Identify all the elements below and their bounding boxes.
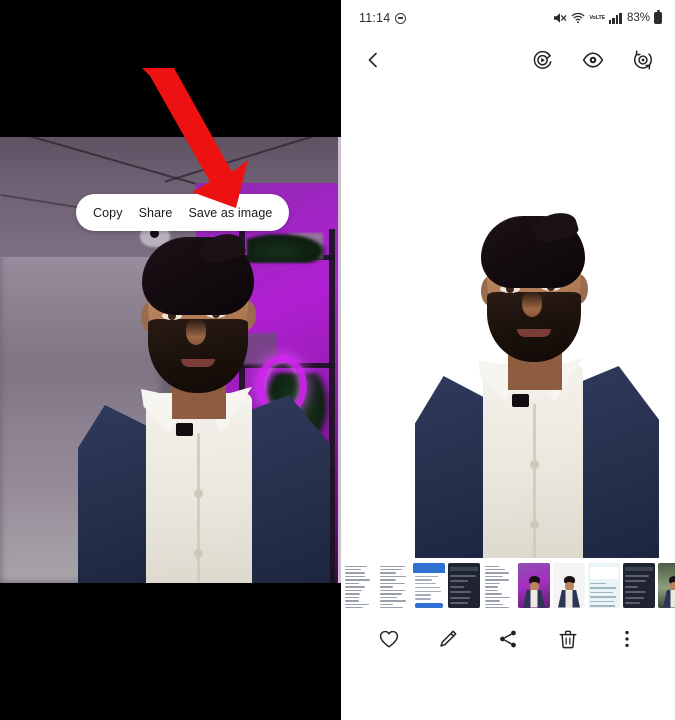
photo-viewer[interactable] [341,84,675,558]
shirt-placket [533,404,536,558]
thumb-photo-purple[interactable] [518,563,550,608]
thumb-dark-list-2[interactable] [623,563,655,608]
signal-bars-icon [609,13,622,24]
edit-icon[interactable] [432,623,464,655]
ceiling-line [0,137,196,185]
context-menu-item-save-as-image[interactable]: Save as image [188,206,272,220]
ear-right [569,274,588,304]
hair [481,216,585,288]
mouth [517,329,551,337]
battery-icon [654,12,662,24]
context-menu: Copy Share Save as image [76,194,289,231]
shelf-post [239,229,245,583]
favorite-icon[interactable] [373,623,405,655]
beard [487,292,581,362]
thumb-blue-form[interactable] [413,563,445,608]
ear-left [481,276,500,306]
cardigan-left [415,376,499,558]
view-details-icon[interactable] [579,46,607,74]
thumb-doc-3[interactable] [483,563,515,608]
thumb-doc-1[interactable] [343,563,375,608]
top-toolbar-actions [529,46,657,74]
eye-left [500,285,520,293]
thumb-photo-cutout[interactable] [553,563,585,608]
context-menu-item-share[interactable]: Share [139,206,173,220]
lapel-microphone [176,423,193,436]
more-icon[interactable] [611,623,643,655]
status-bar-left: 11:14 [359,11,406,25]
cardigan-right [563,366,659,558]
eyebrow-left [160,298,186,306]
bottom-toolbar [341,612,675,666]
battery-percent-label: 83% [627,12,650,24]
collar-right [539,358,583,402]
collar-left [478,360,520,402]
neck [508,346,562,390]
shirt-button [530,460,539,469]
volume-mute-icon [553,12,567,24]
status-bar-right: VoLTE 83% [553,12,662,24]
shelf-rail [239,469,335,474]
top-toolbar [341,36,675,84]
wifi-icon [571,12,585,24]
hair-tuft [530,208,579,245]
ceiling-line [165,137,341,183]
photo-remaster-icon[interactable] [629,46,657,74]
shirt-button [530,520,539,529]
plant-decor [247,233,327,263]
bottom-safe-area [341,666,675,720]
lapel-microphone [512,394,529,407]
back-chevron-icon[interactable] [359,46,387,74]
do-not-disturb-icon [395,13,406,24]
network-type-label: VoLTE [589,16,605,21]
thumb-photo-group[interactable] [658,563,675,608]
context-menu-item-copy[interactable]: Copy [93,206,123,220]
thumb-dark-list-1[interactable] [448,563,480,608]
subject-person-cutout [341,84,675,558]
status-bar: 11:14 VoLTE 83% [341,0,675,36]
eye-left [162,312,182,320]
filmstrip[interactable] [341,558,675,612]
neon-sign [257,355,307,417]
left-panel-screenshot: Copy Share Save as image [0,0,341,720]
eyebrow-left [498,272,524,280]
letterbox-top [0,0,341,137]
eye-right [541,283,561,291]
right-panel-screenshot: 11:14 VoLTE 83% [341,0,675,720]
screenshot-root: Copy Share Save as image 11:14 VoLTE 83% [0,0,675,720]
status-bar-time: 11:14 [359,11,390,25]
delete-icon[interactable] [552,623,584,655]
letterbox-bottom [0,583,341,720]
share-icon[interactable] [492,623,524,655]
thumb-teal-card[interactable] [588,563,620,608]
motion-photo-icon[interactable] [529,46,557,74]
shirt [483,364,583,558]
thumb-doc-2[interactable] [378,563,410,608]
eyebrow-right [539,270,565,278]
nose [522,291,542,317]
face [487,234,581,350]
